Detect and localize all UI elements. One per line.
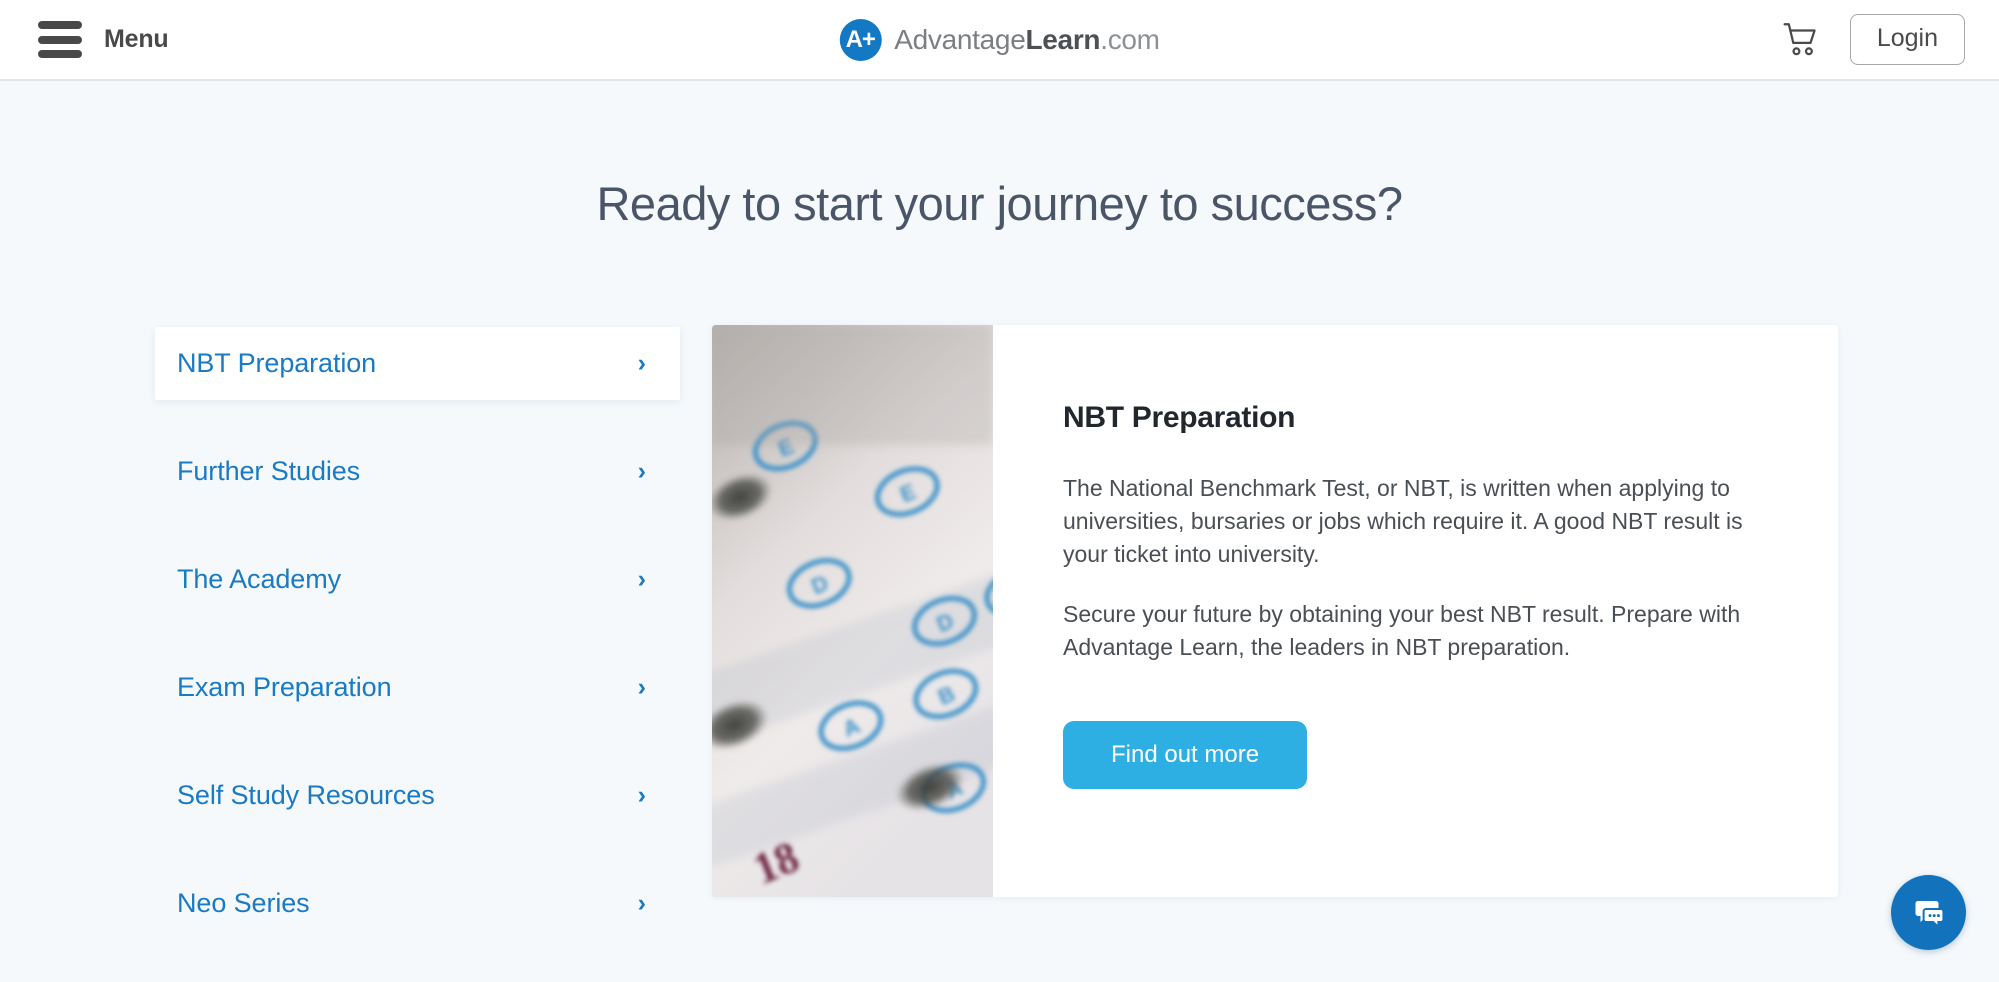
chevron-right-icon: ›	[637, 673, 646, 701]
tab-the-academy[interactable]: The Academy ›	[155, 543, 680, 616]
tab-label: NBT Preparation	[177, 348, 377, 378]
chevron-right-icon: ›	[637, 781, 646, 809]
chat-bubbles-icon	[1915, 900, 1944, 929]
chevron-right-icon: ›	[637, 457, 646, 485]
tab-label: Self Study Resources	[177, 780, 435, 810]
page-title: Ready to start your journey to success?	[596, 177, 1403, 230]
header-actions: Login	[1782, 14, 1965, 65]
tab-label: Further Studies	[177, 456, 361, 486]
brand-name-tld: .com	[1100, 23, 1160, 55]
panel-title: NBT Preparation	[1063, 401, 1296, 434]
answer-sheet-photo: D E E D D A B A B	[712, 325, 993, 897]
main-content: Ready to start your journey to success? …	[0, 176, 1999, 940]
brand-name-light: Advantage	[894, 23, 1026, 55]
brand-badge-icon: A+	[839, 18, 882, 61]
brand-name-bold: Learn	[1025, 23, 1101, 55]
chevron-right-icon: ›	[637, 889, 646, 917]
journey-section: NBT Preparation › Further Studies › The …	[155, 325, 1999, 940]
tab-nbt-preparation[interactable]: NBT Preparation ›	[155, 327, 680, 400]
category-tab-list: NBT Preparation › Further Studies › The …	[155, 325, 680, 940]
tab-label: Neo Series	[177, 888, 310, 918]
chat-widget-button[interactable]	[1891, 875, 1966, 950]
tab-further-studies[interactable]: Further Studies ›	[155, 435, 680, 508]
tab-self-study-resources[interactable]: Self Study Resources ›	[155, 759, 680, 832]
menu-toggle-label: Menu	[104, 25, 169, 53]
chevron-right-icon: ›	[637, 565, 646, 593]
site-header: Menu A+ AdvantageLearn.com Login	[0, 0, 1999, 81]
panel-paragraph-2: Secure your future by obtaining your bes…	[1063, 601, 1741, 661]
menu-toggle-button[interactable]: Menu	[38, 21, 169, 58]
hamburger-menu-icon	[38, 21, 82, 58]
panel-paragraph-1: The National Benchmark Test, or NBT, is …	[1063, 475, 1743, 568]
login-button[interactable]: Login	[1849, 14, 1965, 65]
tab-neo-series[interactable]: Neo Series ›	[155, 867, 680, 940]
tab-panel-nbt-preparation: D E E D D A B A B	[712, 325, 1838, 897]
brand-name: AdvantageLearn.com	[894, 23, 1160, 56]
tab-label: The Academy	[177, 564, 341, 594]
shopping-cart-icon[interactable]	[1782, 19, 1824, 61]
tab-panel-body: NBT Preparation The National Benchmark T…	[993, 325, 1838, 897]
find-out-more-button[interactable]: Find out more	[1063, 720, 1308, 789]
tab-exam-preparation[interactable]: Exam Preparation ›	[155, 651, 680, 724]
brand-logo-link[interactable]: A+ AdvantageLearn.com	[839, 18, 1160, 61]
tab-label: Exam Preparation	[177, 672, 392, 702]
chevron-right-icon: ›	[637, 349, 646, 377]
